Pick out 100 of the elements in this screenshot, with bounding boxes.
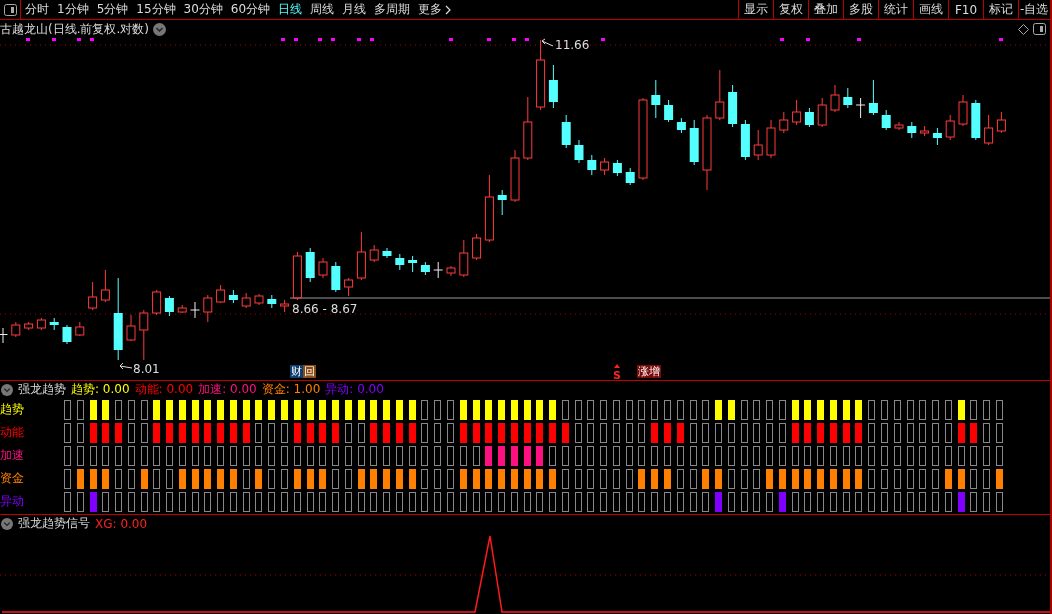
- chevron-right-icon: [445, 4, 452, 15]
- candlestick: [0, 327, 8, 344]
- candlestick: [152, 289, 162, 316]
- candlestick: [433, 261, 444, 279]
- leader-line: [119, 362, 133, 370]
- toolbar-button[interactable]: 复权: [773, 0, 808, 19]
- candlestick: [369, 244, 379, 263]
- candlestick: [62, 324, 72, 345]
- candlestick: [753, 129, 763, 161]
- candlestick: [24, 321, 34, 331]
- candlestick: [958, 94, 968, 127]
- row-label: 加速: [0, 447, 25, 464]
- candlestick: [164, 295, 174, 317]
- indicator-value: XG: 0.00: [95, 516, 148, 531]
- more-button[interactable]: 更多: [414, 0, 456, 19]
- candlestick: [600, 157, 610, 176]
- panel-toggle-icon[interactable]: [3, 3, 17, 16]
- candlestick: [996, 111, 1006, 134]
- candlestick: [292, 251, 302, 301]
- toolbar-button[interactable]: 标记: [983, 0, 1018, 19]
- candlestick: [843, 87, 853, 109]
- diamond-icon[interactable]: [1018, 23, 1029, 35]
- period-tab[interactable]: 30分钟: [179, 0, 227, 19]
- candlestick: [228, 289, 238, 304]
- candlestick: [574, 139, 584, 164]
- chart-title: 古越龙山(日线.前复权.对数): [0, 20, 149, 38]
- candlestick: [395, 253, 405, 271]
- candlestick: [612, 159, 622, 177]
- candlestick: [855, 97, 866, 119]
- candlestick: [459, 239, 469, 278]
- candlestick: [664, 99, 674, 123]
- period-tab[interactable]: 60分钟: [226, 0, 275, 19]
- candlestick: [561, 114, 571, 149]
- event-badge[interactable]: 涨增: [637, 365, 661, 378]
- price-range-label: 8.66 - 8.67: [292, 302, 358, 316]
- row-label: 动能: [0, 424, 25, 441]
- candlestick: [907, 121, 917, 139]
- candlestick: [203, 294, 213, 323]
- candlestick: [792, 99, 802, 126]
- candlestick: [587, 154, 597, 176]
- leader-line: [541, 38, 554, 47]
- indicator-name: 强龙趋势信号: [18, 515, 90, 532]
- toolbar-button[interactable]: -自选: [1018, 0, 1050, 19]
- row-label: 趋势: [0, 401, 25, 418]
- period-tab[interactable]: 多周期: [370, 0, 415, 19]
- candlestick: [536, 39, 546, 111]
- candlestick: [177, 304, 187, 314]
- candlestick: [408, 255, 418, 273]
- candlestick: [894, 121, 904, 131]
- row-label: 异动: [0, 493, 25, 510]
- candlestick: [254, 293, 264, 306]
- indicator-value: 动能: 0.00: [134, 381, 194, 398]
- candlestick: [766, 119, 776, 159]
- toolbar-button[interactable]: 叠加: [808, 0, 843, 19]
- period-tab[interactable]: 日线: [274, 0, 307, 19]
- caret-up-icon: [614, 364, 620, 368]
- high-price-label: 11.66: [555, 38, 590, 52]
- indicator-value: 趋势: 0.00: [71, 381, 130, 398]
- candlestick: [241, 292, 251, 309]
- candlestick: [971, 99, 981, 141]
- candlestick: [740, 119, 750, 161]
- candlestick: [446, 265, 456, 277]
- toolbar-button[interactable]: 显示: [738, 0, 773, 19]
- row-label: 资金: [0, 470, 25, 487]
- period-tab[interactable]: 月线: [338, 0, 371, 19]
- candlestick: [881, 109, 891, 131]
- indicator-value: 加速: 0.00: [198, 381, 257, 398]
- toolbar-button[interactable]: 多股: [843, 0, 878, 19]
- candlestick: [36, 317, 46, 331]
- toolbar-button[interactable]: F10: [948, 0, 983, 19]
- signal-mark: S: [613, 369, 621, 380]
- candlestick: [472, 233, 482, 261]
- toolbar-button[interactable]: 统计: [878, 0, 913, 19]
- dropdown-icon[interactable]: [1, 517, 13, 530]
- dropdown-icon[interactable]: [153, 22, 166, 36]
- candlestick: [817, 97, 827, 128]
- candlestick: [984, 114, 994, 146]
- candlestick: [715, 69, 725, 121]
- candlestick: [920, 125, 930, 137]
- period-tab[interactable]: 分时: [21, 0, 53, 19]
- period-tab[interactable]: 5分钟: [92, 0, 133, 19]
- candlestick: [75, 321, 85, 337]
- period-tab[interactable]: 1分钟: [53, 0, 93, 19]
- candlestick: [382, 247, 392, 259]
- dropdown-icon[interactable]: [1, 383, 13, 396]
- candlestick: [779, 111, 789, 134]
- candlestick: [11, 321, 21, 338]
- period-tab[interactable]: 周线: [306, 0, 339, 19]
- candlestick: [689, 119, 699, 166]
- panel-toggle-icon[interactable]: [1033, 23, 1046, 35]
- candlestick: [676, 117, 686, 134]
- candlestick: [190, 301, 200, 319]
- indicator-value: 异动: 0.00: [325, 381, 384, 398]
- period-tab[interactable]: 15分钟: [132, 0, 180, 19]
- candlestick: [88, 281, 98, 311]
- candlestick: [305, 247, 315, 283]
- toolbar-button[interactable]: 画线: [913, 0, 948, 19]
- candlestick: [523, 96, 533, 161]
- candlestick: [331, 261, 341, 293]
- candlestick: [280, 299, 290, 313]
